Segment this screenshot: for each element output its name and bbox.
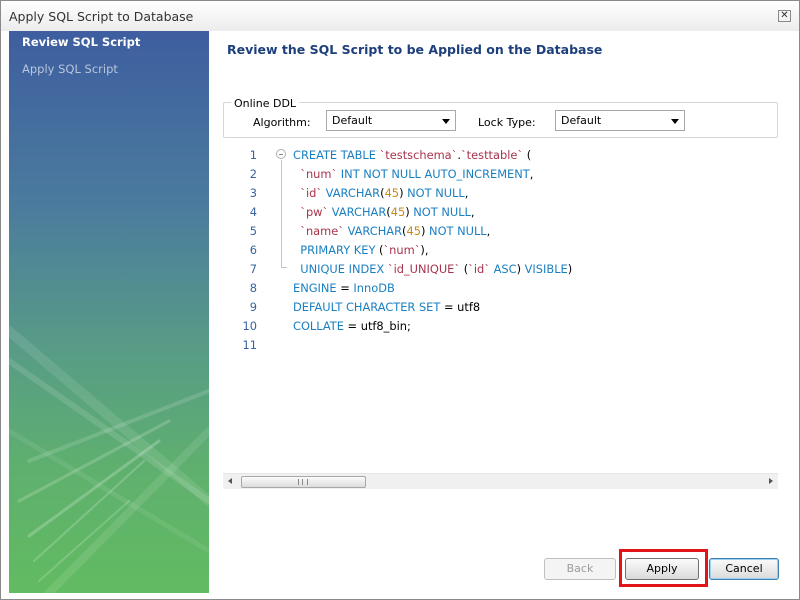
sql-text: = utf8_bin; bbox=[343, 319, 411, 333]
sql-keyword: INT NOT NULL AUTO_INCREMENT bbox=[337, 167, 530, 181]
sql-text: , bbox=[464, 186, 469, 200]
apply-sql-script-window: Apply SQL Script to Database ✕ Review SQ… bbox=[0, 0, 800, 600]
code-line: PRIMARY KEY (`num`), bbox=[293, 243, 429, 257]
fold-guide-end bbox=[281, 267, 287, 268]
sidebar-step-review-sql-script: Review SQL Script bbox=[22, 35, 141, 49]
sql-keyword: NOT NULL bbox=[425, 224, 487, 238]
sql-text: = bbox=[336, 281, 354, 295]
cancel-button[interactable]: Cancel bbox=[709, 558, 779, 580]
sql-keyword: NOT NULL bbox=[409, 205, 471, 219]
chevron-down-icon bbox=[671, 119, 679, 124]
sql-keyword: ASC bbox=[489, 262, 517, 276]
sql-keyword: COLLATE bbox=[293, 319, 344, 333]
apply-button[interactable]: Apply bbox=[625, 558, 699, 580]
line-number: 1 bbox=[249, 148, 257, 162]
line-number: 8 bbox=[249, 281, 257, 295]
lock-type-label: Lock Type: bbox=[478, 116, 536, 129]
title-bar: Apply SQL Script to Database ✕ bbox=[1, 1, 799, 31]
algorithm-label: Algorithm: bbox=[253, 116, 311, 129]
sql-keyword: DEFAULT CHARACTER SET bbox=[293, 300, 441, 314]
line-number: 9 bbox=[249, 300, 257, 314]
sql-number: 45 bbox=[390, 205, 406, 219]
sql-identifier: `id_UNIQUE` bbox=[387, 262, 461, 276]
sql-number: 45 bbox=[384, 186, 400, 200]
lock-type-select[interactable]: Default bbox=[555, 110, 685, 131]
line-number: 10 bbox=[242, 319, 258, 333]
sql-keyword: PRIMARY KEY bbox=[300, 243, 376, 257]
code-line: COLLATE = utf8_bin; bbox=[293, 319, 411, 333]
algorithm-select-value: Default bbox=[332, 114, 373, 127]
sql-text: = utf8 bbox=[440, 300, 481, 314]
scroll-right-icon[interactable] bbox=[769, 478, 773, 484]
sql-text: , bbox=[470, 205, 475, 219]
fold-guide-line bbox=[281, 160, 282, 268]
sql-identifier: `pw` bbox=[300, 205, 329, 219]
sql-text: ( bbox=[523, 148, 532, 162]
sql-text: , bbox=[529, 167, 534, 181]
wizard-sidebar: Review SQL Script Apply SQL Script bbox=[9, 31, 209, 593]
sql-text: ), bbox=[420, 243, 429, 257]
online-ddl-legend: Online DDL bbox=[231, 97, 300, 110]
code-line: UNIQUE INDEX `id_UNIQUE` (`id` ASC) VISI… bbox=[293, 262, 572, 276]
chevron-down-icon bbox=[442, 119, 450, 124]
sql-text: ) bbox=[567, 262, 573, 276]
back-button[interactable]: Back bbox=[544, 558, 616, 580]
sidebar-decoration bbox=[9, 326, 209, 593]
line-number: 7 bbox=[249, 262, 257, 276]
window-title: Apply SQL Script to Database bbox=[9, 9, 194, 24]
sql-identifier: `num` bbox=[300, 167, 338, 181]
horizontal-scrollbar[interactable] bbox=[223, 473, 778, 489]
code-line: DEFAULT CHARACTER SET = utf8 bbox=[293, 300, 480, 314]
sql-keyword: VARCHAR bbox=[328, 205, 387, 219]
sql-keyword: ENGINE bbox=[293, 281, 337, 295]
sql-identifier: `testtable` bbox=[460, 148, 524, 162]
sql-text: ( bbox=[460, 262, 469, 276]
sql-identifier: `name` bbox=[300, 224, 344, 238]
code-line: CREATE TABLE `testschema`.`testtable` ( bbox=[293, 148, 531, 162]
code-line: `pw` VARCHAR(45) NOT NULL, bbox=[293, 205, 475, 219]
code-line: `num` INT NOT NULL AUTO_INCREMENT, bbox=[293, 167, 533, 181]
close-icon[interactable]: ✕ bbox=[778, 10, 791, 22]
sql-keyword: VARCHAR bbox=[322, 186, 381, 200]
algorithm-select[interactable]: Default bbox=[326, 110, 456, 131]
line-number: 11 bbox=[242, 338, 258, 352]
line-number: 4 bbox=[249, 205, 257, 219]
sidebar-step-apply-sql-script: Apply SQL Script bbox=[22, 62, 118, 76]
sql-number: 45 bbox=[406, 224, 421, 238]
line-number: 3 bbox=[249, 186, 257, 200]
code-line: ENGINE = InnoDB bbox=[293, 281, 395, 295]
sql-keyword: NOT NULL bbox=[403, 186, 465, 200]
fold-toggle-icon[interactable] bbox=[276, 149, 286, 159]
sql-script-editor[interactable]: 1 CREATE TABLE `testschema`.`testtable` (… bbox=[223, 143, 778, 473]
sql-keyword: VISIBLE bbox=[521, 262, 568, 276]
scrollbar-thumb[interactable] bbox=[241, 476, 366, 488]
sql-keyword: VARCHAR bbox=[343, 224, 403, 238]
page-heading: Review the SQL Script to be Applied on t… bbox=[227, 42, 603, 57]
code-line: `name` VARCHAR(45) NOT NULL, bbox=[293, 224, 490, 238]
grip-icon bbox=[298, 479, 308, 485]
sql-identifier: `num` bbox=[383, 243, 421, 257]
sql-identifier: `testschema` bbox=[379, 148, 458, 162]
sql-keyword: InnoDB bbox=[353, 281, 395, 295]
sql-keyword: UNIQUE INDEX bbox=[300, 262, 388, 276]
wizard-content: Review the SQL Script to be Applied on t… bbox=[209, 31, 799, 593]
line-number: 5 bbox=[249, 224, 257, 238]
sql-identifier: `id` bbox=[300, 186, 323, 200]
line-number: 6 bbox=[249, 243, 257, 257]
scroll-left-icon[interactable] bbox=[228, 478, 232, 484]
sql-identifier: `id` bbox=[468, 262, 490, 276]
code-line: `id` VARCHAR(45) NOT NULL, bbox=[293, 186, 468, 200]
line-number: 2 bbox=[249, 167, 257, 181]
sql-keyword: CREATE TABLE bbox=[293, 148, 380, 162]
lock-type-select-value: Default bbox=[561, 114, 602, 127]
sql-text: , bbox=[486, 224, 491, 238]
